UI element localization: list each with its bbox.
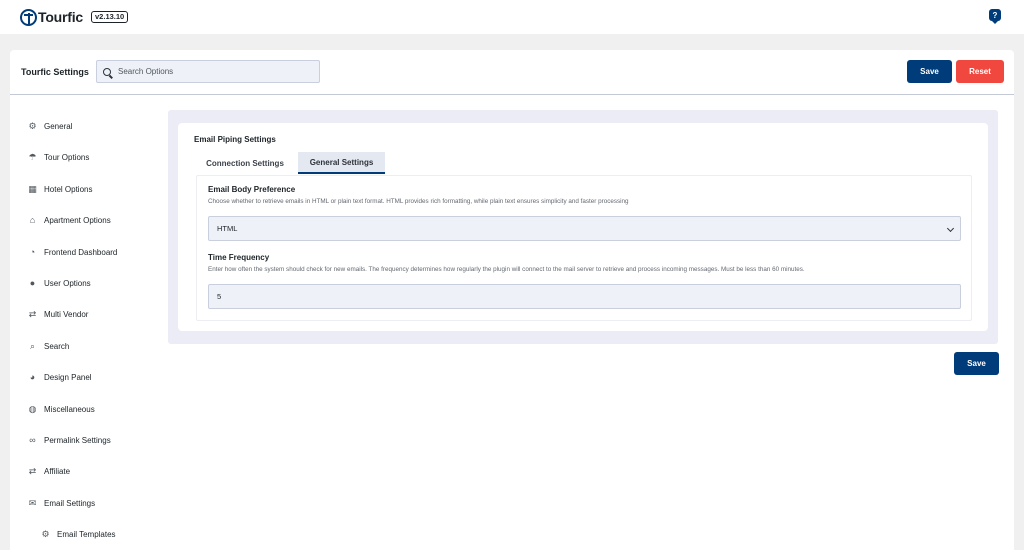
sidebar-item-label: Tour Options bbox=[44, 152, 90, 162]
sidebar-item-label: Permalink Settings bbox=[44, 435, 111, 445]
sidebar-item-label: Email Templates bbox=[57, 529, 116, 539]
email-body-preference-select[interactable]: HTML bbox=[208, 216, 961, 241]
content-area: Email Piping Settings Connection Setting… bbox=[168, 110, 998, 344]
gear-icon: ⚙ bbox=[28, 120, 37, 131]
building-icon: ▦ bbox=[28, 183, 37, 194]
envelope-icon: ✉ bbox=[28, 497, 37, 508]
reset-button[interactable]: Reset bbox=[956, 60, 1004, 83]
settings-header: Tourfic Settings Save Reset bbox=[10, 50, 1014, 95]
handshake-icon: ⇄ bbox=[28, 465, 37, 476]
settings-panel: Tourfic Settings Save Reset ⚙ General ☂ … bbox=[10, 50, 1014, 550]
time-frequency-input[interactable]: 5 bbox=[208, 284, 961, 309]
cogs-icon: ⚙ bbox=[41, 528, 50, 539]
sidebar-item-search[interactable]: ⌕ Search bbox=[28, 339, 69, 353]
umbrella-icon: ☂ bbox=[28, 151, 37, 162]
email-piping-card: Email Piping Settings Connection Setting… bbox=[178, 123, 988, 331]
logo-text: Tourfic bbox=[38, 9, 84, 25]
sidebar-item-multi-vendor[interactable]: ⇄ Multi Vendor bbox=[28, 307, 89, 321]
search-icon: ⌕ bbox=[29, 340, 36, 351]
search-box[interactable] bbox=[96, 60, 320, 83]
tourfic-logo-icon bbox=[20, 8, 37, 26]
sidebar-item-label: Frontend Dashboard bbox=[44, 247, 118, 257]
sidebar-item-label: General bbox=[44, 121, 73, 131]
sidebar-item-tour-options[interactable]: ☂ Tour Options bbox=[28, 150, 89, 164]
select-value: HTML bbox=[217, 224, 238, 233]
sidebar-item-label: Multi Vendor bbox=[44, 309, 89, 319]
time-frequency-label: Time Frequency bbox=[208, 253, 270, 262]
sidebar-item-design-panel[interactable]: ◕ Design Panel bbox=[28, 370, 92, 384]
tab-panel: Email Body Preference Choose whether to … bbox=[196, 175, 972, 321]
home-icon: ⌂ bbox=[29, 214, 36, 225]
page-title: Tourfic Settings bbox=[21, 67, 89, 77]
input-value: 5 bbox=[217, 292, 222, 301]
section-title: Email Piping Settings bbox=[194, 135, 276, 144]
search-input[interactable] bbox=[118, 67, 308, 76]
sidebar-item-email-settings[interactable]: ✉ Email Settings bbox=[28, 496, 95, 510]
version-badge: v2.13.10 bbox=[91, 11, 129, 23]
sidebar-item-apartment-options[interactable]: ⌂ Apartment Options bbox=[28, 213, 111, 227]
handshake-icon: ⇄ bbox=[28, 308, 37, 319]
sidebar-item-miscellaneous[interactable]: ◍ Miscellaneous bbox=[28, 402, 95, 416]
tab-connection-settings[interactable]: Connection Settings bbox=[196, 152, 294, 174]
sidebar-item-label: Design Panel bbox=[44, 372, 92, 382]
sidebar-item-general[interactable]: ⚙ General bbox=[28, 119, 72, 133]
email-body-preference-description: Choose whether to retrieve emails in HTM… bbox=[208, 198, 629, 205]
sidebar-item-label: Email Settings bbox=[44, 498, 96, 508]
sidebar-item-label: Miscellaneous bbox=[44, 404, 95, 414]
save-button-bottom[interactable]: Save bbox=[954, 352, 999, 375]
email-body-preference-label: Email Body Preference bbox=[208, 185, 296, 194]
sidebar-item-frontend-dashboard[interactable]: ◔ Frontend Dashboard bbox=[28, 245, 118, 259]
sidebar: ⚙ General ☂ Tour Options ▦ Hotel Options… bbox=[10, 96, 168, 550]
palette-icon: ◕ bbox=[29, 371, 36, 382]
sidebar-item-label: Affiliate bbox=[44, 466, 71, 476]
search-icon bbox=[103, 67, 111, 76]
sidebar-item-label: User Options bbox=[44, 278, 91, 288]
sidebar-item-user-options[interactable]: ● User Options bbox=[28, 276, 91, 290]
help-chat-icon[interactable]: ? bbox=[989, 9, 1001, 24]
sidebar-item-label: Apartment Options bbox=[44, 215, 111, 225]
sidebar-item-affiliate[interactable]: ⇄ Affiliate bbox=[28, 464, 70, 478]
logo[interactable]: Tourfic v2.13.10 bbox=[20, 8, 129, 26]
sidebar-item-label: Hotel Options bbox=[44, 184, 93, 194]
top-bar: Tourfic v2.13.10 ? bbox=[0, 0, 1024, 34]
sidebar-item-hotel-options[interactable]: ▦ Hotel Options bbox=[28, 182, 92, 196]
globe-icon: ◍ bbox=[28, 403, 37, 414]
save-button[interactable]: Save bbox=[907, 60, 952, 83]
time-frequency-description: Enter how often the system should check … bbox=[208, 266, 805, 273]
sidebar-item-permalink-settings[interactable]: ∞ Permalink Settings bbox=[28, 433, 111, 447]
sidebar-item-email-templates[interactable]: ⚙ Email Templates bbox=[41, 527, 116, 541]
tab-general-settings[interactable]: General Settings bbox=[298, 152, 385, 174]
chevron-down-icon bbox=[946, 224, 955, 233]
user-icon: ● bbox=[29, 277, 36, 288]
sidebar-item-label: Search bbox=[44, 341, 70, 351]
dashboard-icon: ◔ bbox=[29, 246, 36, 257]
link-icon: ∞ bbox=[29, 434, 36, 445]
